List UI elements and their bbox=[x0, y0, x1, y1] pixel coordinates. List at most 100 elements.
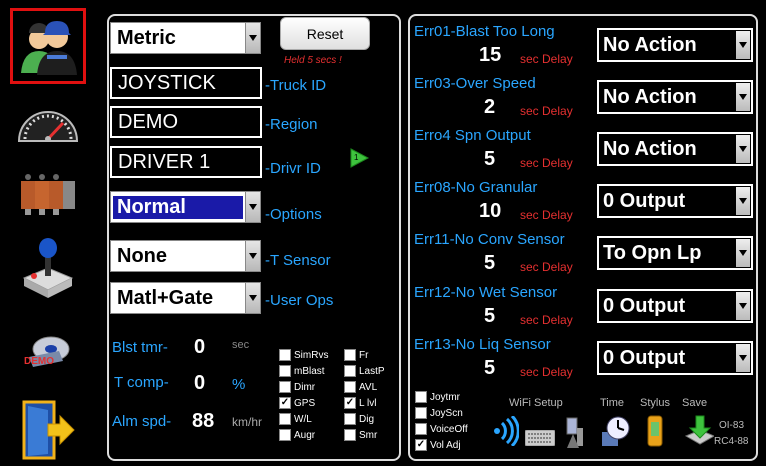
keyboard-button[interactable] bbox=[524, 429, 556, 451]
play-arrow-icon bbox=[350, 148, 370, 168]
checkbox-label: Dimr bbox=[294, 381, 316, 393]
checkbox-box: ✓ bbox=[279, 397, 291, 409]
checkbox-label: JoyScn bbox=[430, 407, 463, 419]
demo-button[interactable]: DEMO bbox=[10, 312, 86, 388]
augr-checkbox[interactable]: Augr bbox=[279, 429, 315, 441]
error-action-select[interactable]: No Action bbox=[597, 28, 753, 62]
error-action-select[interactable]: No Action bbox=[597, 132, 753, 166]
network-setup-button[interactable] bbox=[563, 416, 589, 455]
wifi-button[interactable] bbox=[493, 414, 520, 451]
error-label: Err12-No Wet Sensor bbox=[414, 284, 558, 301]
keyboard-icon bbox=[524, 429, 556, 447]
time-button[interactable] bbox=[600, 414, 630, 453]
speedometer-button[interactable] bbox=[10, 86, 86, 162]
valve-manifold-button[interactable] bbox=[10, 156, 86, 232]
error-delay-unit: sec Delay bbox=[520, 365, 573, 379]
checkbox-box: ✓ bbox=[415, 439, 427, 451]
wifi-setup-label: WiFi Setup bbox=[509, 397, 563, 409]
dig-checkbox[interactable]: Dig bbox=[344, 413, 374, 425]
error-label: Erro4 Spn Output bbox=[414, 127, 531, 144]
joystick-icon bbox=[22, 238, 74, 298]
error-delay-value[interactable]: 10 bbox=[479, 200, 501, 223]
checkbox-label: Fr bbox=[359, 349, 369, 361]
blast-timer-value[interactable]: 0 bbox=[194, 336, 205, 359]
checkbox-label: VoiceOff bbox=[430, 423, 468, 435]
checkbox-label: Dig bbox=[359, 413, 375, 425]
t-comp-value[interactable]: 0 bbox=[194, 372, 205, 395]
gps-checkbox[interactable]: ✓ GPS bbox=[279, 397, 315, 409]
network-tower-icon bbox=[566, 417, 583, 448]
w-l-checkbox[interactable]: W/L bbox=[279, 413, 312, 425]
screen: DEMO Metric Reset Held 5 secs ! JOYSTICK… bbox=[0, 0, 766, 466]
error-delay-value[interactable]: 5 bbox=[484, 148, 495, 171]
units-select[interactable]: Metric bbox=[110, 22, 261, 54]
avl-checkbox[interactable]: AVL bbox=[344, 381, 377, 393]
dimr-checkbox[interactable]: Dimr bbox=[279, 381, 315, 393]
users-button[interactable] bbox=[10, 8, 86, 84]
user-ops-label: -User Ops bbox=[265, 292, 334, 309]
alarm-speed-value[interactable]: 88 bbox=[192, 410, 214, 433]
user-ops-select[interactable]: Matl+Gate bbox=[110, 282, 261, 314]
checkbox-box bbox=[344, 365, 356, 377]
error-action-select[interactable]: 0 Output bbox=[597, 341, 753, 375]
mblast-checkbox[interactable]: mBlast bbox=[279, 365, 325, 377]
save-download-icon bbox=[684, 415, 716, 445]
speedometer-icon bbox=[17, 111, 79, 142]
reset-hint: Held 5 secs ! bbox=[284, 55, 342, 66]
checkbox-box: ✓ bbox=[344, 397, 356, 409]
exit-button[interactable] bbox=[10, 392, 86, 466]
checkbox-label: GPS bbox=[294, 397, 316, 409]
stylus-button[interactable] bbox=[645, 414, 665, 453]
error-action-select[interactable]: No Action bbox=[597, 80, 753, 114]
error-delay-unit: sec Delay bbox=[520, 52, 573, 66]
blast-timer-label: Blst tmr- bbox=[112, 339, 168, 356]
blast-timer-unit: sec bbox=[232, 339, 250, 351]
chevron-down-icon bbox=[245, 241, 260, 271]
checkbox-label: AVL bbox=[359, 381, 378, 393]
joystick-button[interactable] bbox=[10, 228, 86, 304]
alarm-speed-label: Alm spd- bbox=[112, 413, 172, 430]
options-label: -Options bbox=[265, 206, 322, 223]
checkbox-label: Vol Adj bbox=[430, 439, 461, 451]
error-delay-value[interactable]: 2 bbox=[484, 96, 495, 119]
region-field[interactable]: DEMO bbox=[110, 106, 262, 138]
driver-id-field[interactable]: DRIVER 1 bbox=[110, 146, 262, 178]
error-delay-value[interactable]: 5 bbox=[484, 357, 495, 380]
error-delay-value[interactable]: 15 bbox=[479, 44, 501, 67]
checkbox-box bbox=[344, 413, 356, 425]
voiceoff-checkbox[interactable]: VoiceOff bbox=[415, 423, 468, 435]
t-comp-unit: % bbox=[232, 376, 246, 393]
l-lvl-checkbox[interactable]: ✓ L lvl bbox=[344, 397, 376, 409]
chevron-down-icon bbox=[736, 187, 750, 215]
chevron-down-icon bbox=[736, 292, 750, 320]
checkbox-label: Joytmr bbox=[430, 391, 460, 403]
save-button[interactable] bbox=[684, 414, 716, 453]
error-delay-value[interactable]: 5 bbox=[484, 252, 495, 275]
vol-adj-checkbox[interactable]: ✓ Vol Adj bbox=[415, 439, 461, 451]
version-oi: OI-83 bbox=[719, 420, 745, 431]
truck-id-field[interactable]: JOYSTICK bbox=[110, 67, 262, 99]
t-sensor-select[interactable]: None bbox=[110, 240, 261, 272]
reset-button[interactable]: Reset bbox=[280, 17, 370, 50]
wifi-icon bbox=[494, 414, 520, 448]
error-action-select[interactable]: 0 Output bbox=[597, 184, 753, 218]
smr-checkbox[interactable]: Smr bbox=[344, 429, 377, 441]
driver-badge: 1 bbox=[354, 153, 359, 162]
driver-next-button[interactable]: 1 bbox=[348, 147, 370, 169]
joyscn-checkbox[interactable]: JoyScn bbox=[415, 407, 463, 419]
demo-label: DEMO bbox=[24, 356, 54, 367]
stylus-icon bbox=[647, 415, 663, 447]
error-label: Err01-Blast Too Long bbox=[414, 23, 555, 40]
checkbox-box bbox=[344, 381, 356, 393]
alarm-speed-unit: km/hr bbox=[232, 415, 262, 429]
joytmr-checkbox[interactable]: Joytmr bbox=[415, 391, 460, 403]
error-delay-value[interactable]: 5 bbox=[484, 305, 495, 328]
error-action-select[interactable]: To Opn Lp bbox=[597, 236, 753, 270]
lastp-checkbox[interactable]: LastP bbox=[344, 365, 385, 377]
checkbox-label: mBlast bbox=[294, 365, 325, 377]
simrvs-checkbox[interactable]: SimRvs bbox=[279, 349, 328, 361]
options-select[interactable]: Normal bbox=[110, 191, 261, 223]
error-action-select[interactable]: 0 Output bbox=[597, 289, 753, 323]
chevron-down-icon bbox=[245, 192, 260, 222]
fr-checkbox[interactable]: Fr bbox=[344, 349, 368, 361]
